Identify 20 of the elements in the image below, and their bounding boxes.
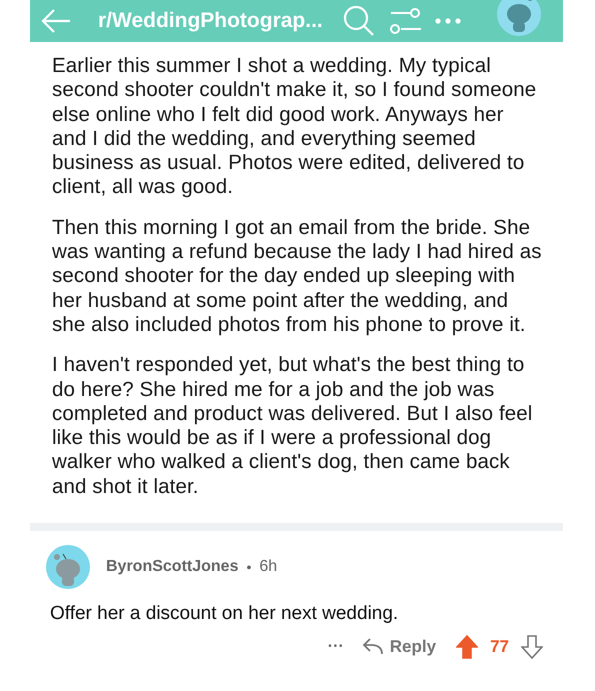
comment-author[interactable]: ByronScottJones: [106, 558, 238, 576]
comment-age: 6h: [259, 558, 278, 576]
more-options-button[interactable]: ···: [328, 638, 344, 656]
avatar-icon[interactable]: [497, 0, 541, 36]
reply-arrow-icon: [362, 638, 384, 656]
separator-dot: •: [246, 559, 252, 576]
post-paragraph: Earlier this summer I shot a wedding. My typical second shooter couldn't make it, so I found someone else online who I felt did good work. Anyways her and I did the wedding, and everything seemed business as usual. Photos were edited, delivered to client, all was good.: [52, 54, 538, 200]
downvote-icon[interactable]: [521, 635, 543, 660]
subreddit-title: r/WeddingPhotograp...: [98, 9, 323, 33]
comment-text: Offer her a discount on her next wedding.: [50, 603, 400, 626]
upvote-icon[interactable]: [456, 635, 478, 660]
reply-button[interactable]: Reply: [362, 637, 436, 658]
search-icon[interactable]: [342, 5, 375, 37]
post-paragraph: I haven't responded yet, but what's the best thing to do here? She hired me for a job and the job was completed and product was delivered. But I also feel like this would be as if I were a professional dog walker who walked a client's dog, then came back and shot it later.: [52, 353, 534, 500]
filter-icon[interactable]: [388, 7, 421, 35]
post-paragraph: Then this morning I got an email from the bride. She was wanting a refund because the lady I had hired as second shooter for the day ended up sleeping with her husband at some point after the wedding, and she also included photos from his phone to prove it.: [52, 216, 543, 338]
avatar-icon[interactable]: [46, 545, 90, 590]
back-arrow-icon[interactable]: [40, 8, 72, 34]
vote-count: 77: [490, 637, 509, 658]
more-icon[interactable]: [434, 18, 461, 24]
